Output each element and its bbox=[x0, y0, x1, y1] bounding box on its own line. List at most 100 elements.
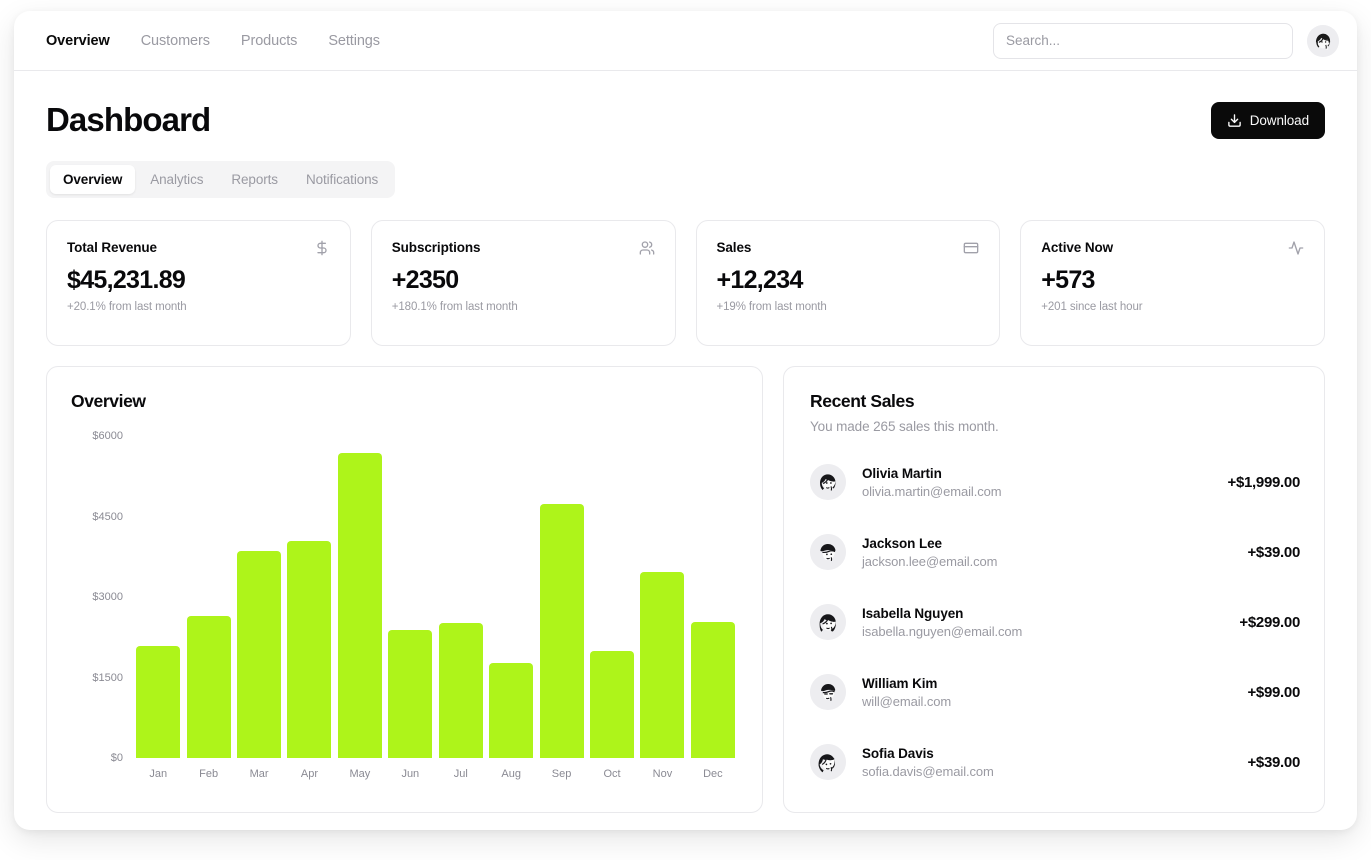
page-body: Dashboard Download Overview Analytics Re… bbox=[14, 71, 1357, 813]
stat-card-header: Sales bbox=[717, 240, 980, 256]
chart-x-tick: Oct bbox=[603, 768, 621, 780]
bar-chart: $6000 $4500 $3000 $1500 $0 Jan Feb Mar Apr May Ju… bbox=[71, 430, 738, 784]
chart-x-tick: Jan bbox=[149, 768, 168, 780]
user-avatar-icon bbox=[1307, 24, 1339, 57]
app-window: Overview Customers Products Settings Sea… bbox=[14, 11, 1357, 830]
nav-link-products[interactable]: Products bbox=[241, 33, 298, 49]
chart-y-tick: $6000 bbox=[92, 430, 123, 442]
topbar-right-group bbox=[993, 22, 1339, 59]
chart-bar[interactable] bbox=[337, 453, 382, 758]
search-input[interactable] bbox=[993, 22, 1293, 59]
stat-value: +12,234 bbox=[716, 266, 804, 294]
nav-link-customers[interactable]: Customers bbox=[141, 33, 210, 49]
recent-sale-amount: +$39.00 bbox=[1247, 543, 1300, 561]
credit-card-icon bbox=[963, 240, 979, 256]
stat-label: Sales bbox=[716, 240, 752, 255]
recent-sale-info: William Kim will@email.com bbox=[862, 676, 951, 709]
chart-plot-area: Jan Feb Mar Apr May Jun Jul Aug Sep Oct Nov Dec bbox=[133, 436, 738, 780]
avatar-isabella-icon bbox=[810, 604, 846, 640]
chart-bar-slot: Mar bbox=[234, 436, 284, 780]
chart-x-tick: Mar bbox=[249, 768, 269, 780]
recent-sale-amount: +$299.00 bbox=[1239, 613, 1300, 631]
chart-bar[interactable] bbox=[438, 622, 483, 758]
recent-sales-subtitle: You made 265 sales this month. bbox=[810, 419, 999, 434]
chart-x-tick: Jul bbox=[453, 768, 468, 780]
recent-sale-email: sofia.davis@email.com bbox=[862, 763, 994, 779]
recent-sale-amount: +$99.00 bbox=[1247, 683, 1300, 701]
stat-value: $45,231.89 bbox=[67, 266, 186, 294]
stat-value: +573 bbox=[1041, 266, 1095, 294]
recent-sale-email: will@email.com bbox=[862, 693, 952, 709]
chart-bar[interactable] bbox=[590, 650, 634, 758]
recent-sales-panel: Recent Sales You made 265 sales this mon… bbox=[783, 366, 1325, 813]
stat-subtext: +201 since last hour bbox=[1041, 301, 1143, 313]
chart-bar-slot: May bbox=[335, 436, 385, 780]
recent-sale-row[interactable]: Olivia Martin olivia.martin@email.com +$1,… bbox=[810, 460, 1300, 504]
activity-icon bbox=[1288, 240, 1304, 256]
chart-x-tick: May bbox=[349, 768, 371, 780]
chart-bar[interactable] bbox=[690, 621, 735, 758]
recent-sale-name: Isabella Nguyen bbox=[862, 605, 964, 621]
chart-bar[interactable] bbox=[539, 504, 584, 758]
avatar-sofia-icon bbox=[810, 744, 846, 780]
avatar-jackson-icon bbox=[810, 534, 846, 570]
chart-x-tick: Feb bbox=[199, 768, 219, 780]
stat-subtext: +180.1% from last month bbox=[391, 301, 518, 313]
chart-bar[interactable] bbox=[287, 540, 332, 758]
chart-bar-slot: Jul bbox=[436, 436, 486, 780]
recent-sale-email: isabella.nguyen@email.com bbox=[862, 623, 1023, 639]
chart-bar-slot: Aug bbox=[486, 436, 536, 780]
chart-bar-slot: Apr bbox=[284, 436, 334, 780]
stat-value: +2350 bbox=[391, 266, 459, 294]
download-button[interactable]: Download bbox=[1210, 101, 1325, 139]
recent-sale-name: William Kim bbox=[862, 675, 938, 691]
chart-y-tick: $4500 bbox=[92, 510, 123, 523]
stat-label: Subscriptions bbox=[391, 240, 481, 255]
recent-sale-row[interactable]: Isabella Nguyen isabella.nguyen@email.com… bbox=[810, 600, 1300, 644]
stat-card-total-revenue: Total Revenue $45,231.89 +20.1% from las… bbox=[46, 220, 351, 346]
nav-link-overview[interactable]: Overview bbox=[46, 33, 110, 49]
recent-sale-row[interactable]: Sofia Davis sofia.davis@email.com +$39.00 bbox=[810, 740, 1300, 784]
users-icon bbox=[639, 240, 655, 256]
recent-sale-row[interactable]: Jackson Lee jackson.lee@email.com +$39.00 bbox=[810, 530, 1300, 574]
chart-bar[interactable] bbox=[136, 645, 181, 758]
tab-analytics[interactable]: Analytics bbox=[137, 165, 216, 194]
tab-overview[interactable]: Overview bbox=[50, 165, 136, 194]
chart-bar-slot: Jun bbox=[385, 436, 435, 780]
recent-sale-info: Isabella Nguyen isabella.nguyen@email.com bbox=[862, 606, 1022, 639]
nav-link-settings[interactable]: Settings bbox=[328, 33, 380, 49]
chart-x-tick: Sep bbox=[551, 768, 572, 780]
recent-sale-info: Sofia Davis sofia.davis@email.com bbox=[862, 746, 994, 779]
tab-reports[interactable]: Reports bbox=[218, 165, 291, 194]
chart-x-tick: Jun bbox=[401, 768, 420, 780]
download-icon bbox=[1227, 113, 1241, 127]
chart-bar[interactable] bbox=[640, 571, 685, 758]
chart-y-tick: $1500 bbox=[92, 671, 123, 684]
recent-sale-name: Sofia Davis bbox=[862, 745, 934, 761]
recent-sale-amount: +$1,999.00 bbox=[1227, 473, 1301, 491]
recent-sale-email: jackson.lee@email.com bbox=[862, 553, 998, 569]
recent-sale-name: Jackson Lee bbox=[862, 535, 942, 551]
user-avatar-button[interactable] bbox=[1307, 24, 1339, 57]
chart-bar[interactable] bbox=[186, 615, 231, 758]
recent-sales-list: Olivia Martin olivia.martin@email.com +$1,… bbox=[810, 460, 1300, 784]
top-navigation-bar: Overview Customers Products Settings bbox=[14, 11, 1357, 71]
chart-x-tick: Apr bbox=[300, 768, 319, 780]
stat-card-sales: Sales +12,234 +19% from last month bbox=[695, 220, 1001, 346]
recent-sale-row[interactable]: William Kim will@email.com +$99.00 bbox=[810, 670, 1300, 714]
stat-card-subscriptions: Subscriptions +2350 +180.1% from last mo… bbox=[370, 220, 676, 346]
tab-notifications[interactable]: Notifications bbox=[293, 165, 391, 194]
chart-bar-slot: Jan bbox=[133, 436, 183, 780]
page-title: Dashboard bbox=[46, 101, 211, 138]
dollar-icon bbox=[314, 240, 330, 256]
chart-bar[interactable] bbox=[388, 630, 433, 758]
recent-sales-title: Recent Sales bbox=[810, 391, 915, 411]
download-button-label: Download bbox=[1249, 112, 1309, 128]
stat-card-header: Total Revenue bbox=[67, 240, 330, 256]
chart-bar[interactable] bbox=[489, 663, 534, 758]
overview-chart-panel: Overview $6000 $4500 $3000 $1500 $0 Jan Feb Ma… bbox=[46, 366, 763, 813]
chart-bar[interactable] bbox=[237, 551, 282, 758]
chart-bar-slot: Sep bbox=[536, 436, 586, 780]
stat-card-header: Active Now bbox=[1041, 240, 1304, 256]
stat-label: Total Revenue bbox=[67, 240, 157, 255]
